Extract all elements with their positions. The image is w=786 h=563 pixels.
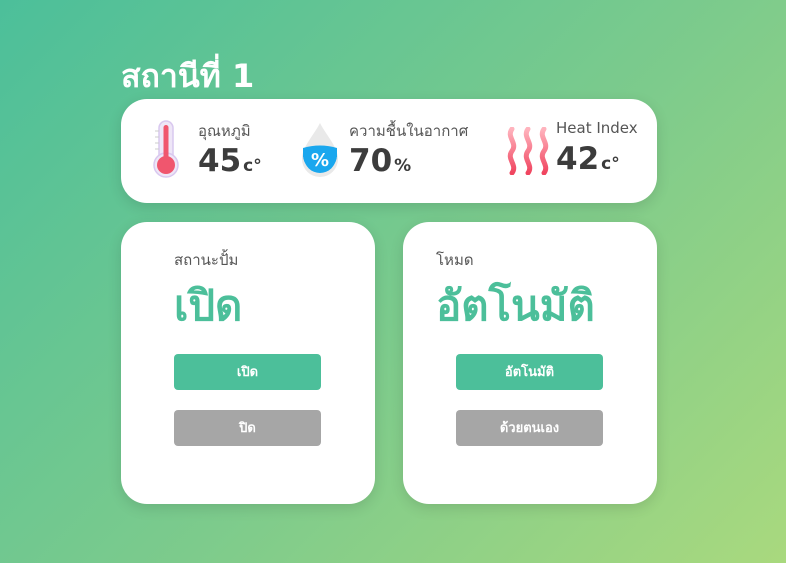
- svg-text:%: %: [311, 150, 329, 171]
- mode-card: โหมด อัตโนมัติ อัตโนมัติ ด้วยตนเอง: [403, 222, 657, 504]
- temperature-label: อุณหภูมิ: [198, 122, 251, 140]
- thermometer-icon: [151, 117, 181, 185]
- heat-waves-icon: [506, 126, 550, 179]
- heat-index-sensor: Heat Index 42 c°: [506, 99, 656, 203]
- mode-value: อัตโนมัติ: [436, 281, 595, 330]
- humidity-unit: %: [394, 156, 412, 176]
- heat-index-value: 42 c°: [556, 141, 620, 177]
- temperature-value: 45 c°: [198, 143, 262, 179]
- temperature-unit: c°: [243, 156, 262, 176]
- temperature-sensor: อุณหภูมิ 45 c°: [151, 99, 321, 203]
- pump-status-label: สถานะปั้ม: [174, 251, 239, 269]
- pump-on-button[interactable]: เปิด: [174, 354, 321, 390]
- sensor-summary-card: อุณหภูมิ 45 c° % ความชื้นในอากาศ 70% Hea…: [121, 99, 657, 203]
- pump-status-card: สถานะปั้ม เปิด เปิด ปิด: [121, 222, 375, 504]
- humidity-sensor: % ความชื้นในอากาศ 70%: [300, 99, 500, 203]
- heat-index-unit: c°: [601, 154, 620, 174]
- humidity-drop-icon: %: [300, 121, 340, 183]
- heat-index-label: Heat Index: [556, 119, 638, 137]
- humidity-value: 70%: [349, 143, 412, 179]
- station-title: สถานีที่ 1: [121, 57, 255, 95]
- mode-label: โหมด: [436, 251, 474, 269]
- humidity-label: ความชื้นในอากาศ: [349, 122, 469, 140]
- pump-off-button[interactable]: ปิด: [174, 410, 321, 446]
- auto-mode-button[interactable]: อัตโนมัติ: [456, 354, 603, 390]
- manual-mode-button[interactable]: ด้วยตนเอง: [456, 410, 603, 446]
- pump-status-value: เปิด: [174, 281, 243, 330]
